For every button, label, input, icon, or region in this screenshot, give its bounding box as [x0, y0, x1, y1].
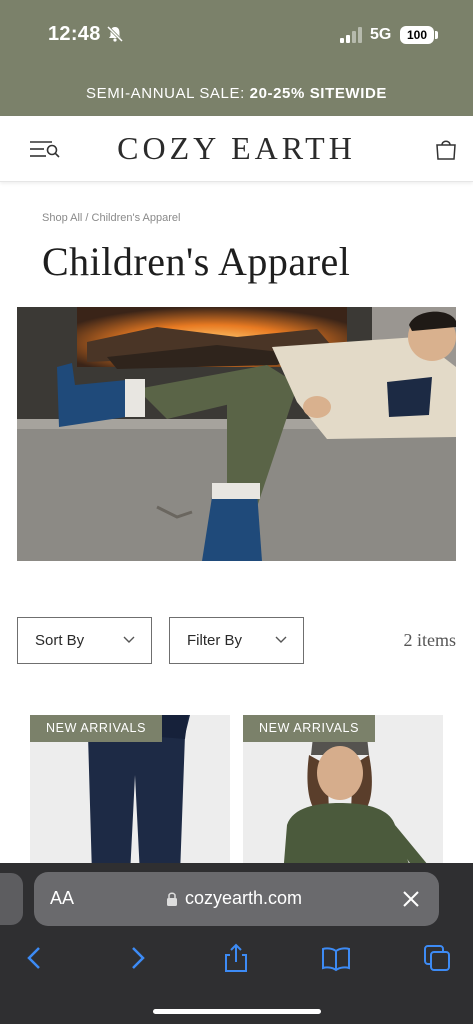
home-indicator	[153, 1009, 321, 1014]
hero-image	[17, 307, 456, 561]
network-label: 5G	[370, 26, 392, 43]
filter-dropdown[interactable]: Filter By	[169, 617, 304, 664]
status-bar: 12:48 5G 100	[0, 0, 473, 72]
page: 12:48 5G 100 SEMI-ANNUAL SALE: 20-25% SI…	[0, 0, 473, 1024]
promo-highlight: 20-25% SITEWIDE	[249, 85, 387, 102]
site-header: COZY EARTH	[0, 116, 473, 182]
promo-banner[interactable]: SEMI-ANNUAL SALE: 20-25% SITEWIDE	[0, 72, 473, 116]
chevron-down-icon	[275, 636, 287, 643]
back-icon[interactable]	[20, 943, 50, 973]
site-logo[interactable]: COZY EARTH	[0, 130, 473, 167]
share-icon[interactable]	[221, 943, 251, 973]
new-arrivals-badge: NEW ARRIVALS	[30, 715, 163, 742]
bell-slash-icon	[106, 25, 124, 43]
item-count: 2 items	[403, 630, 457, 650]
url-text: cozyearth.com	[185, 888, 303, 908]
chevron-down-icon	[123, 636, 135, 643]
tabs-icon[interactable]	[422, 943, 452, 973]
browser-toolbar: AA cozyearth.com	[0, 863, 473, 1024]
battery-indicator: 100	[400, 26, 434, 44]
product-card[interactable]: NEW ARRIVALS	[30, 715, 230, 875]
bookmarks-icon[interactable]	[321, 943, 351, 973]
text-size-button[interactable]: AA	[50, 888, 74, 909]
close-icon[interactable]	[401, 889, 421, 909]
new-arrivals-badge: NEW ARRIVALS	[243, 715, 376, 742]
address-bar[interactable]: AA cozyearth.com	[34, 872, 439, 926]
previous-tab-preview[interactable]	[0, 873, 23, 925]
sort-dropdown[interactable]: Sort By	[17, 617, 152, 664]
lock-icon	[167, 892, 177, 906]
hero-illustration	[17, 307, 456, 561]
promo-prefix: SEMI-ANNUAL SALE:	[86, 85, 250, 102]
battery-tip	[435, 31, 438, 39]
signal-icon	[340, 27, 362, 43]
filter-label: Filter By	[187, 632, 243, 649]
status-time: 12:48	[48, 23, 101, 45]
forward-icon[interactable]	[122, 943, 152, 973]
sort-label: Sort By	[35, 632, 85, 649]
breadcrumb[interactable]: Shop All / Children's Apparel	[42, 212, 180, 224]
cart-icon[interactable]	[434, 137, 458, 161]
page-title: Children's Apparel	[42, 239, 351, 284]
product-card[interactable]: NEW ARRIVALS	[243, 715, 443, 875]
